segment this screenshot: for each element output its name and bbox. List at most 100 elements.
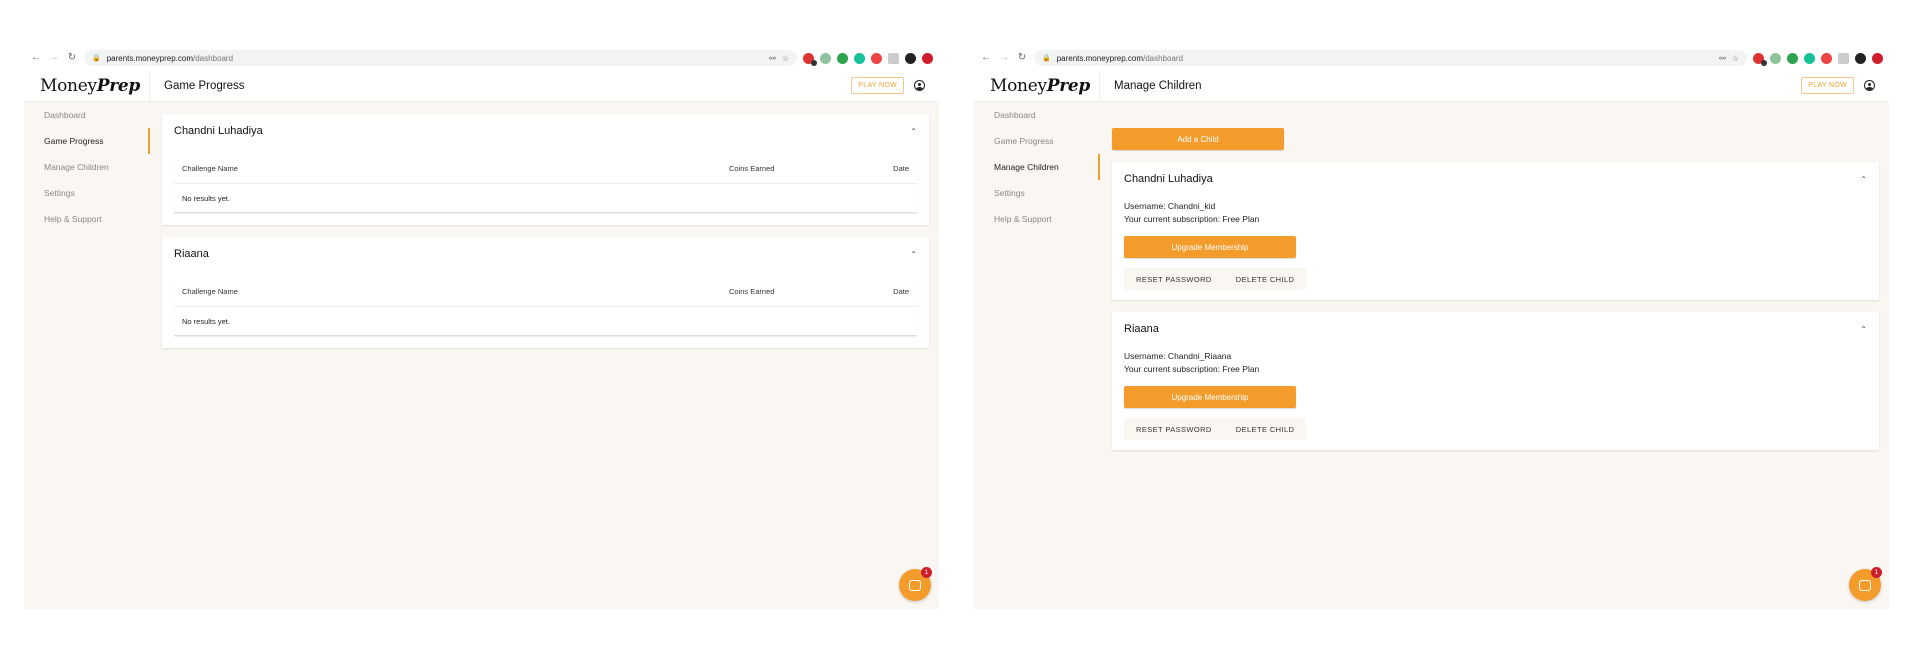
child-actions: RESET PASSWORD DELETE CHILD [1124, 268, 1307, 290]
reload-icon[interactable]: ↻ [1016, 52, 1028, 64]
moneyprep-logo[interactable]: Money Prep [974, 70, 1100, 101]
extension-icon-inbox[interactable] [820, 52, 831, 64]
url-path: /dashboard [1142, 53, 1184, 63]
sidebar: Dashboard Game Progress Manage Children … [24, 102, 150, 232]
child-username: Username: Chandni_kid [1124, 201, 1216, 211]
sidebar-item-game-progress[interactable]: Game Progress [974, 128, 1100, 154]
play-now-button[interactable]: PLAY NOW [1801, 77, 1854, 94]
child-progress-card: Riaana ⌃ Challenge Name Coins Earned Dat… [162, 237, 929, 348]
delete-child-button[interactable]: DELETE CHILD [1224, 418, 1307, 440]
reset-password-button[interactable]: RESET PASSWORD [1124, 418, 1224, 440]
sidebar-item-help-support[interactable]: Help & Support [24, 206, 150, 232]
child-name: Chandni Luhadiya [174, 125, 263, 137]
child-details: Username: Chandni_Riaana Your current su… [1124, 350, 1867, 376]
sidebar-item-manage-children[interactable]: Manage Children [24, 154, 150, 180]
chat-launcher-button[interactable]: 1 [899, 567, 932, 601]
child-subscription: Your current subscription: Free Plan [1124, 364, 1260, 374]
extension-icon-grammarly[interactable] [1804, 52, 1815, 64]
key-icon[interactable]: ⚯ [1719, 54, 1726, 63]
chevron-up-icon[interactable]: ⌃ [1860, 325, 1867, 334]
child-card: Chandni Luhadiya ⌃ Username: Chandni_kid… [1112, 162, 1879, 300]
sidebar-item-manage-children[interactable]: Manage Children [974, 154, 1100, 180]
column-challenge-name[interactable]: Challenge Name [182, 164, 729, 173]
extension-icon-evernote[interactable] [837, 52, 848, 64]
app-header: Money Prep Manage Children PLAY NOW [974, 70, 1889, 102]
url-host: parents.moneyprep.com [1056, 53, 1143, 63]
child-subscription: Your current subscription: Free Plan [1124, 214, 1260, 224]
extension-icon-red[interactable] [803, 52, 817, 66]
app-header: Money Prep Game Progress PLAY NOW [24, 70, 939, 102]
play-now-button[interactable]: PLAY NOW [851, 77, 904, 94]
address-bar[interactable]: 🔒 parents.moneyprep.com /dashboard ⚯ ☆ [1034, 50, 1747, 66]
lock-icon: 🔒 [92, 55, 101, 62]
child-name: Riaana [174, 248, 209, 260]
sidebar-item-help-support[interactable]: Help & Support [974, 206, 1100, 232]
child-card: Riaana ⌃ Username: Chandni_Riaana Your c… [1112, 312, 1879, 450]
add-child-button[interactable]: Add a Child [1112, 128, 1284, 150]
forward-icon[interactable]: → [998, 52, 1010, 64]
extension-icon-grammarly[interactable] [854, 52, 865, 64]
back-icon[interactable]: ← [30, 52, 42, 64]
reset-password-button[interactable]: RESET PASSWORD [1124, 268, 1224, 290]
sidebar-item-dashboard[interactable]: Dashboard [974, 102, 1100, 128]
back-icon[interactable]: ← [980, 52, 992, 64]
star-icon[interactable]: ☆ [782, 54, 789, 63]
main-content: Add a Child Chandni Luhadiya ⌃ Username:… [1112, 102, 1879, 450]
page-title: Game Progress [164, 79, 245, 92]
user-account-icon[interactable] [1864, 80, 1875, 91]
child-actions: RESET PASSWORD DELETE CHILD [1124, 418, 1307, 440]
delete-child-button[interactable]: DELETE CHILD [1224, 268, 1307, 290]
extension-icon-opera[interactable] [1872, 52, 1883, 64]
sidebar-item-dashboard[interactable]: Dashboard [24, 102, 150, 128]
card-header[interactable]: Riaana ⌃ [174, 237, 917, 271]
sidebar-item-settings[interactable]: Settings [24, 180, 150, 206]
child-name: Chandni Luhadiya [1124, 173, 1213, 185]
star-icon[interactable]: ☆ [1732, 54, 1739, 63]
extension-icon-opera[interactable] [922, 52, 933, 64]
child-details: Username: Chandni_kid Your current subsc… [1124, 200, 1867, 226]
card-header[interactable]: Riaana ⌃ [1124, 312, 1867, 346]
chevron-up-icon[interactable]: ⌃ [910, 250, 917, 259]
main-content: Chandni Luhadiya ⌃ Challenge Name Coins … [162, 102, 929, 348]
extension-icon-gray[interactable] [1838, 52, 1849, 64]
upgrade-membership-button[interactable]: Upgrade Membership [1124, 236, 1296, 258]
forward-icon[interactable]: → [48, 52, 60, 64]
profile-avatar-icon[interactable] [1855, 52, 1866, 64]
extension-icon-gray[interactable] [888, 52, 899, 64]
sidebar: Dashboard Game Progress Manage Children … [974, 102, 1100, 232]
chevron-up-icon[interactable]: ⌃ [910, 127, 917, 136]
column-coins-earned[interactable]: Coins Earned [729, 287, 869, 296]
card-header[interactable]: Chandni Luhadiya ⌃ [1124, 162, 1867, 196]
browser-toolbar: ← → ↻ 🔒 parents.moneyprep.com /dashboard… [24, 46, 939, 70]
key-icon[interactable]: ⚯ [769, 54, 776, 63]
sidebar-item-settings[interactable]: Settings [974, 180, 1100, 206]
extension-icon-pdf[interactable] [1821, 52, 1832, 64]
column-challenge-name[interactable]: Challenge Name [182, 287, 729, 296]
table-header-row: Challenge Name Coins Earned Date [174, 154, 917, 184]
chat-icon [909, 579, 921, 591]
chat-launcher-button[interactable]: 1 [1849, 567, 1882, 601]
empty-results-text: No results yet. [182, 193, 230, 203]
upgrade-membership-button[interactable]: Upgrade Membership [1124, 386, 1296, 408]
table-header-row: Challenge Name Coins Earned Date [174, 277, 917, 307]
address-bar[interactable]: 🔒 parents.moneyprep.com /dashboard ⚯ ☆ [84, 50, 797, 66]
url-host: parents.moneyprep.com [106, 53, 193, 63]
chevron-up-icon[interactable]: ⌃ [1860, 175, 1867, 184]
profile-avatar-icon[interactable] [905, 52, 916, 64]
child-name: Riaana [1124, 323, 1159, 335]
browser-toolbar: ← → ↻ 🔒 parents.moneyprep.com /dashboard… [974, 46, 1889, 70]
column-date[interactable]: Date [869, 164, 909, 173]
extension-icon-evernote[interactable] [1787, 52, 1798, 64]
column-date[interactable]: Date [869, 287, 909, 296]
moneyprep-logo[interactable]: Money Prep [24, 70, 150, 101]
user-account-icon[interactable] [914, 80, 925, 91]
sidebar-item-game-progress[interactable]: Game Progress [24, 128, 150, 154]
card-header[interactable]: Chandni Luhadiya ⌃ [174, 114, 917, 148]
reload-icon[interactable]: ↻ [66, 52, 78, 64]
column-coins-earned[interactable]: Coins Earned [729, 164, 869, 173]
child-username: Username: Chandni_Riaana [1124, 351, 1232, 361]
extension-icon-red[interactable] [1753, 52, 1767, 66]
chat-icon [1859, 579, 1871, 591]
extension-icon-pdf[interactable] [871, 52, 882, 64]
extension-icon-inbox[interactable] [1770, 52, 1781, 64]
